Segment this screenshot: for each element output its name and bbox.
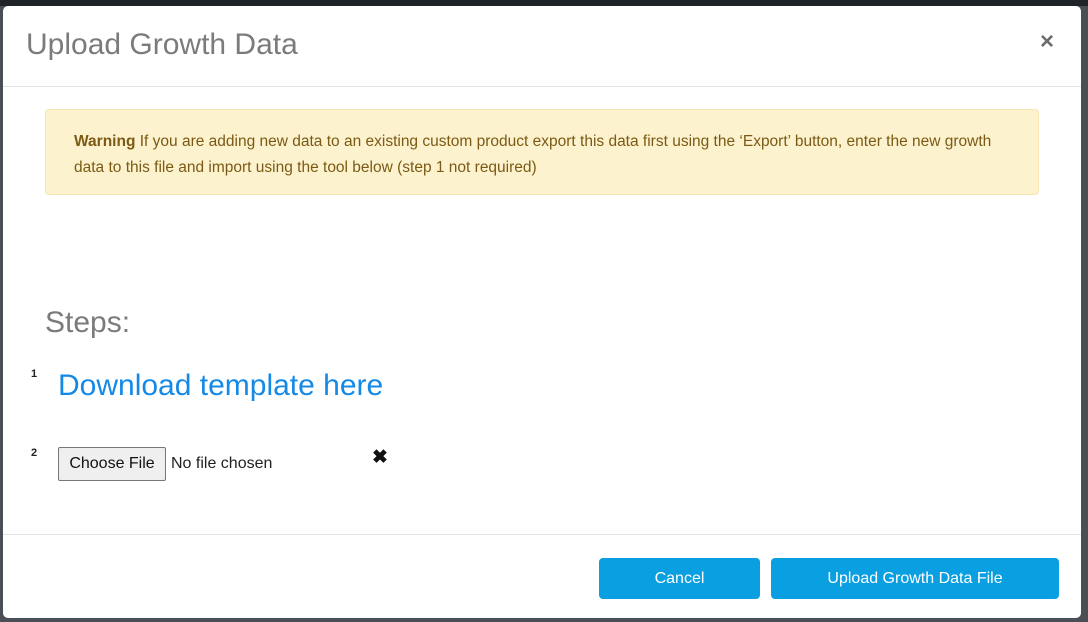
modal-header: Upload Growth Data × <box>3 6 1081 87</box>
warning-text: If you are adding new data to an existin… <box>74 133 992 176</box>
cancel-button[interactable]: Cancel <box>599 558 760 599</box>
choose-file-button[interactable]: Choose File <box>58 447 166 481</box>
close-icon[interactable]: × <box>1035 30 1059 54</box>
warning-alert: Warning If you are adding new data to an… <box>45 109 1039 195</box>
file-status-text: No file chosen <box>171 455 273 472</box>
steps-heading: Steps: <box>45 306 131 339</box>
upload-growth-data-modal: Upload Growth Data × Warning If you are … <box>3 6 1081 618</box>
step-1-number: 1 <box>31 368 38 380</box>
clear-file-icon[interactable]: ✖ <box>370 447 390 467</box>
step-2-number: 2 <box>31 447 38 459</box>
warning-label: Warning <box>74 133 136 150</box>
upload-growth-data-file-button[interactable]: Upload Growth Data File <box>771 558 1059 599</box>
download-template-link[interactable]: Download template here <box>58 366 383 406</box>
modal-title: Upload Growth Data <box>26 28 298 61</box>
modal-footer: Cancel Upload Growth Data File <box>3 534 1081 618</box>
